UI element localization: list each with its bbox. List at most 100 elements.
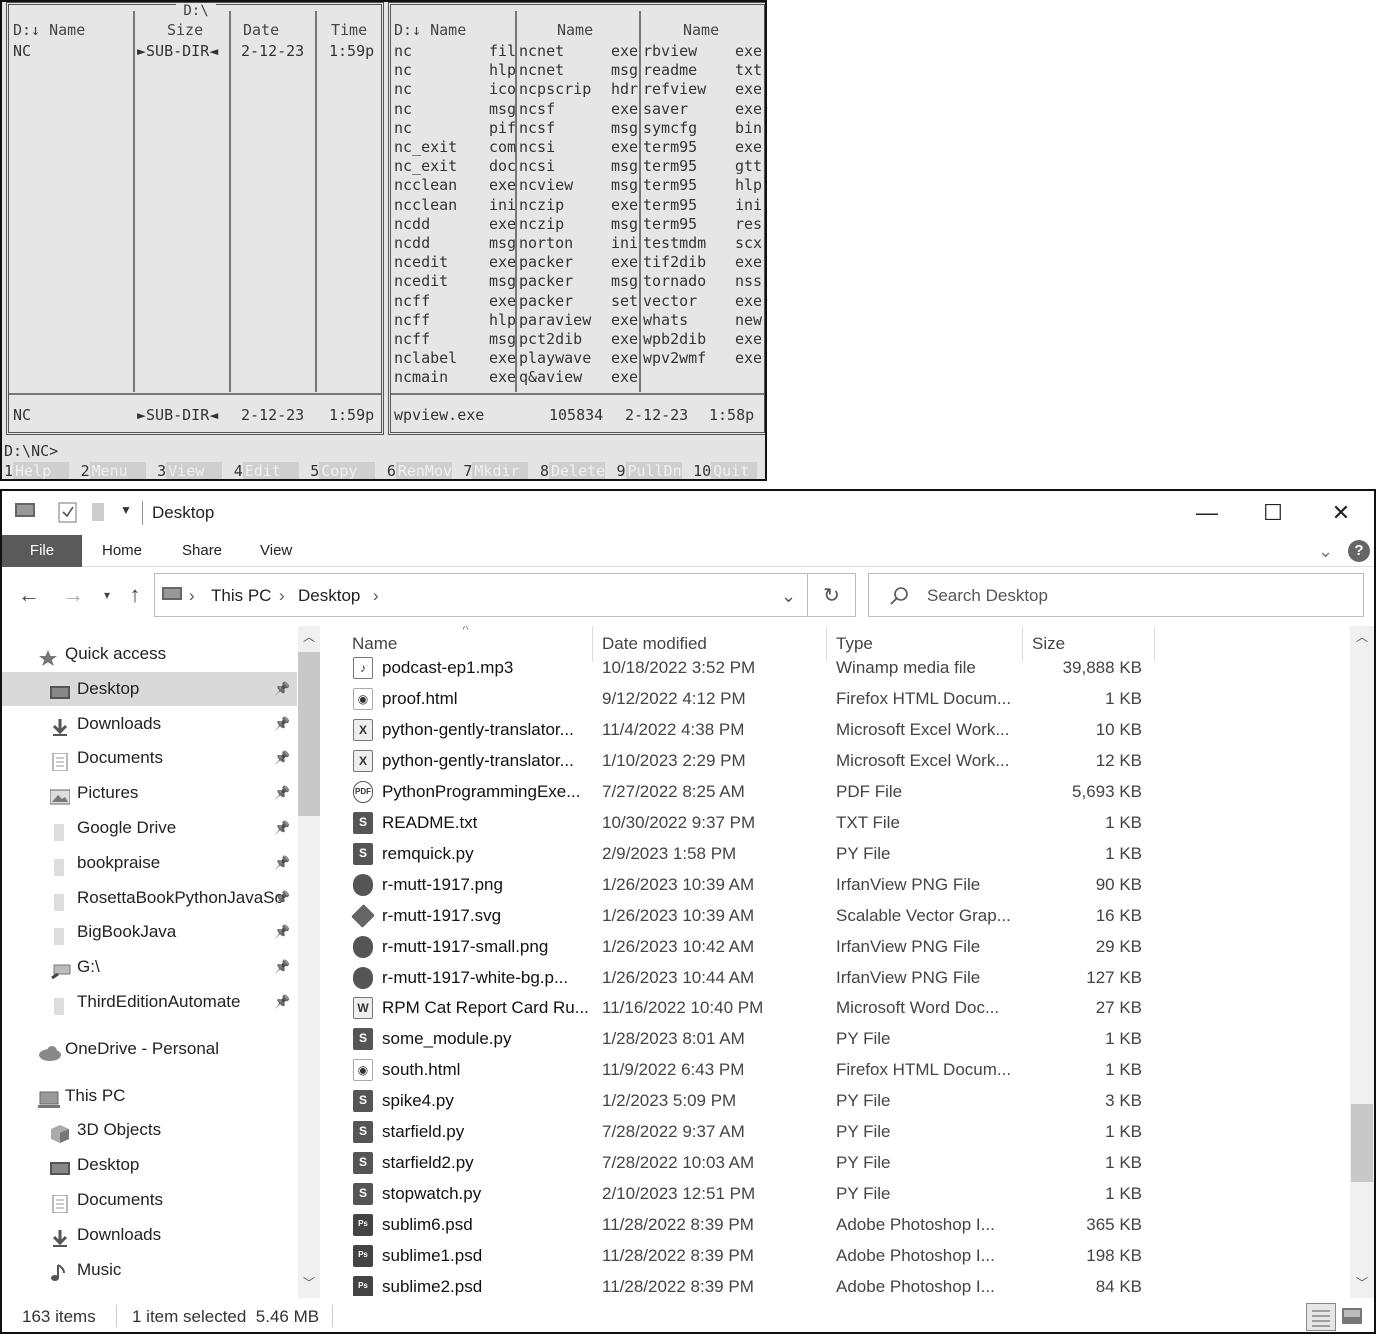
search-input[interactable]: Search Desktop — [927, 586, 1048, 606]
pin-icon[interactable]: 📌 — [274, 811, 290, 845]
tab-share[interactable]: Share — [182, 535, 222, 567]
column-header-size[interactable]: Size — [1032, 634, 1065, 654]
file-list-scrollbar[interactable]: ︿ ﹀ — [1350, 626, 1374, 1298]
pin-icon[interactable]: 📌 — [274, 776, 290, 810]
nc-file-name[interactable]: nc — [394, 119, 412, 138]
pin-icon[interactable]: 📌 — [274, 985, 290, 1019]
nc-file-name[interactable]: nc — [394, 80, 412, 99]
nc-file-name[interactable]: ncff — [394, 330, 430, 349]
nc-file-name[interactable]: readme — [643, 61, 697, 80]
tab-view[interactable]: View — [260, 535, 292, 567]
new-folder-icon[interactable] — [90, 501, 106, 523]
table-row[interactable]: Xpython-gently-translator... 1/10/2023 2:… — [348, 745, 1348, 776]
nc-file-name[interactable]: nc_exit — [394, 157, 457, 176]
nc-file-name[interactable]: term95 — [643, 176, 697, 195]
sidebar-item[interactable]: BigBookJava 📌 — [2, 915, 297, 949]
nc-file-name[interactable]: ncview — [519, 176, 573, 195]
left-col-time-header[interactable]: Time — [331, 21, 367, 39]
table-row[interactable]: Sstopwatch.py 2/10/2023 12:51 PM PY File 1 … — [348, 1178, 1348, 1209]
nc-file-name[interactable]: ncsf — [519, 119, 555, 138]
close-button[interactable]: ✕ — [1318, 497, 1364, 529]
nc-file-name[interactable]: nclabel — [394, 349, 457, 368]
table-row[interactable]: Sstarfield.py 7/28/2022 9:37 AM PY File 1 K… — [348, 1116, 1348, 1147]
sidebar-item[interactable]: Pictures 📌 — [2, 776, 297, 810]
nc-file-name[interactable]: playwave — [519, 349, 591, 368]
function-key-5[interactable]: 5 Copy — [308, 462, 385, 479]
nc-file-name[interactable]: ncclean — [394, 176, 457, 195]
nc-file-name[interactable]: packer — [519, 292, 573, 311]
left-col-name-header[interactable]: D:↓ Name — [13, 21, 85, 39]
table-row[interactable]: Sspike4.py 1/2/2023 5:09 PM PY File 3 KB — [348, 1085, 1348, 1116]
sidebar-item[interactable]: Desktop — [2, 1148, 297, 1182]
right-panel[interactable]: D:↓ Name Name Name nc fil nc hlp nc ico nc msg n… — [388, 2, 765, 435]
sidebar-item[interactable]: Documents 📌 — [2, 741, 297, 775]
function-key-4[interactable]: 4 Edit — [232, 462, 309, 479]
nc-file-name[interactable]: ncdd — [394, 215, 430, 234]
nc-file-name[interactable]: ncnet — [519, 42, 564, 61]
table-row[interactable]: r-mutt-1917.png 1/26/2023 10:39 AM IrfanVi… — [348, 869, 1348, 900]
table-row[interactable]: Ps sublime1.psd 11/28/2022 8:39 PM Adobe Ph… — [348, 1240, 1348, 1271]
sidebar-item[interactable]: ThirdEditionAutomate 📌 — [2, 985, 297, 1019]
scroll-up-chevron-icon[interactable]: ︿ — [303, 628, 315, 645]
breadcrumb-chevron-icon[interactable]: › — [279, 586, 285, 606]
table-row[interactable]: Ps sublim6.psd 11/28/2022 8:39 PM Adobe Pho… — [348, 1209, 1348, 1240]
up-button[interactable]: ↑ — [120, 579, 150, 611]
nc-file-name[interactable]: ncnet — [519, 61, 564, 80]
breadcrumb-desktop[interactable]: Desktop — [298, 586, 360, 606]
nc-file-name[interactable]: term95 — [643, 215, 697, 234]
table-row[interactable]: r-mutt-1917.svg 1/26/2023 10:39 AM Scalabl… — [348, 900, 1348, 931]
function-key-8[interactable]: 8 Delete — [538, 462, 615, 479]
sidebar-item[interactable]: 3D Objects — [2, 1113, 297, 1147]
nc-file-name[interactable]: term95 — [643, 138, 697, 157]
nc-file-name[interactable]: packer — [519, 253, 573, 272]
scroll-up-chevron-icon[interactable]: ︿ — [1356, 628, 1368, 645]
table-row[interactable]: Sstarfield2.py 7/28/2022 10:03 AM PY File 1… — [348, 1147, 1348, 1178]
navigation-scroll-thumb[interactable] — [298, 652, 320, 816]
pin-icon[interactable]: 📌 — [274, 881, 290, 915]
nc-file-name[interactable]: tif2dib — [643, 253, 706, 272]
sidebar-item[interactable]: OneDrive - Personal — [2, 1032, 297, 1066]
scroll-down-chevron-icon[interactable]: ﹀ — [303, 1274, 315, 1291]
pin-icon[interactable]: 📌 — [274, 707, 290, 741]
nc-file-name[interactable]: vector — [643, 292, 697, 311]
forward-button[interactable]: → — [58, 579, 88, 611]
sidebar-item[interactable]: Downloads — [2, 1218, 297, 1252]
nc-file-name[interactable]: packer — [519, 272, 573, 291]
sidebar-item[interactable]: RosettaBookPythonJavaSc 📌 — [2, 881, 297, 915]
right-col3-header[interactable]: Name — [683, 21, 719, 39]
help-icon[interactable]: ? — [1348, 540, 1370, 562]
pin-icon[interactable]: 📌 — [274, 672, 290, 706]
expand-ribbon-chevron-icon[interactable]: ⌄ — [1318, 535, 1333, 567]
nc-file-name[interactable]: ncff — [394, 311, 430, 330]
navigation-scrollbar[interactable]: ︿ ﹀ — [298, 626, 320, 1298]
column-header-name[interactable]: Name — [352, 634, 397, 654]
right-col1-header[interactable]: D:↓ Name — [394, 21, 466, 39]
nc-file-name[interactable]: nc — [394, 61, 412, 80]
properties-checkmark-icon[interactable] — [58, 501, 78, 523]
table-row[interactable]: Ssome_module.py 1/28/2023 8:01 AM PY File 1… — [348, 1023, 1348, 1054]
function-key-10[interactable]: 10 Quit — [691, 462, 765, 479]
sidebar-item[interactable]: Downloads 📌 — [2, 707, 297, 741]
table-row[interactable]: r-mutt-1917-small.png 1/26/2023 10:42 AM I… — [348, 931, 1348, 962]
nc-file-name[interactable]: nczip — [519, 215, 564, 234]
breadcrumb-chevron-icon[interactable]: › — [189, 586, 195, 606]
nc-file-name[interactable]: ncff — [394, 292, 430, 311]
nc-file-name[interactable]: ncpscrip — [519, 80, 591, 99]
nc-file-name[interactable]: saver — [643, 100, 688, 119]
nc-file-name[interactable]: paraview — [519, 311, 591, 330]
nc-file-name[interactable]: symcfg — [643, 119, 697, 138]
table-row[interactable]: Sremquick.py 2/9/2023 1:58 PM PY File 1 KB — [348, 838, 1348, 869]
function-key-3[interactable]: 3 View — [155, 462, 232, 479]
refresh-button[interactable]: ↻ — [808, 573, 856, 617]
nc-file-name[interactable]: ncedit — [394, 272, 448, 291]
pin-icon[interactable]: 📌 — [274, 915, 290, 949]
function-key-1[interactable]: 1 Help — [2, 462, 79, 479]
breadcrumb-this-pc[interactable]: This PC — [211, 586, 271, 606]
table-row[interactable]: S README.txt 10/30/2022 9:37 PM TXT File 1 K… — [348, 807, 1348, 838]
nc-file-name[interactable]: nc — [394, 100, 412, 119]
nc-file-name[interactable]: whats — [643, 311, 688, 330]
nc-file-name[interactable]: testmdm — [643, 234, 706, 253]
tab-home[interactable]: Home — [102, 535, 142, 567]
nc-file-name[interactable]: nc_exit — [394, 138, 457, 157]
function-key-9[interactable]: 9 PullDn — [615, 462, 692, 479]
